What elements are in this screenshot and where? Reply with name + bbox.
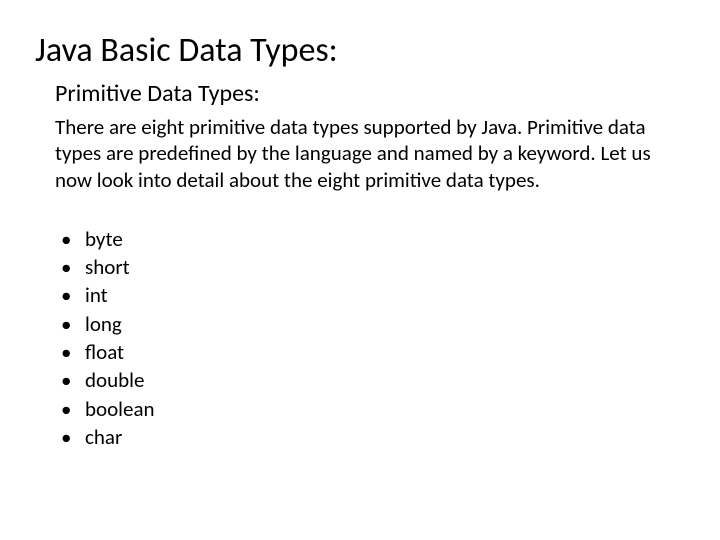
bullet-icon: • xyxy=(61,395,85,423)
list-item-label: boolean xyxy=(85,395,155,423)
list-item-label: short xyxy=(85,253,130,281)
list-item: • short xyxy=(61,253,665,281)
list-item-label: char xyxy=(85,423,122,451)
bullet-icon: • xyxy=(61,338,85,366)
primitive-types-list: • byte • short • int • long • float • do… xyxy=(55,225,665,452)
bullet-icon: • xyxy=(61,366,85,394)
list-item-label: int xyxy=(85,281,108,309)
list-item-label: float xyxy=(85,338,124,366)
slide-description: There are eight primitive data types sup… xyxy=(55,114,665,193)
bullet-icon: • xyxy=(61,281,85,309)
list-item: • long xyxy=(61,310,665,338)
list-item: • boolean xyxy=(61,395,665,423)
list-item-label: long xyxy=(85,310,122,338)
bullet-icon: • xyxy=(61,225,85,253)
list-item: • byte xyxy=(61,225,665,253)
slide-subtitle: Primitive Data Types: xyxy=(55,79,665,108)
list-item: • float xyxy=(61,338,665,366)
list-item: • double xyxy=(61,366,665,394)
bullet-icon: • xyxy=(61,253,85,281)
slide-title: Java Basic Data Types: xyxy=(35,30,665,71)
list-item-label: double xyxy=(85,366,144,394)
list-item-label: byte xyxy=(85,225,123,253)
list-item: • int xyxy=(61,281,665,309)
list-item: • char xyxy=(61,423,665,451)
bullet-icon: • xyxy=(61,423,85,451)
bullet-icon: • xyxy=(61,310,85,338)
